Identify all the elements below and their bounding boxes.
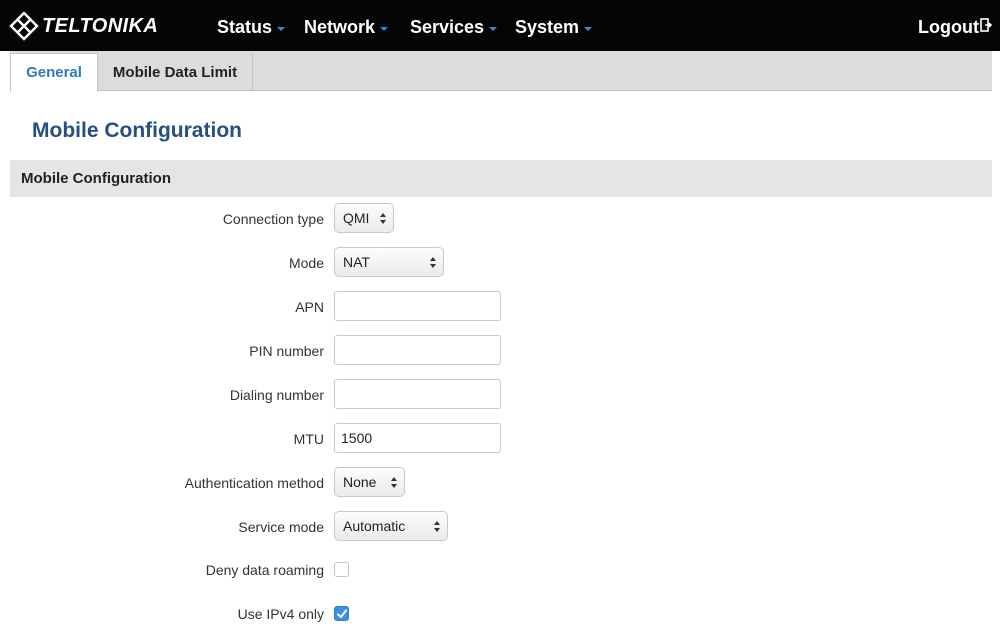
teltonika-logo-icon: [9, 11, 39, 41]
connection-type-select[interactable]: QMI: [334, 203, 394, 233]
authentication-method-select[interactable]: None: [334, 467, 405, 497]
nav-services-label: Services: [410, 17, 485, 37]
form-row-mtu: MTU 1500: [0, 423, 1000, 455]
pin-number-label: PIN number: [249, 343, 324, 359]
form-row-pin-number: PIN number: [0, 335, 1000, 367]
form-row-apn: APN: [0, 291, 1000, 323]
caret-down-icon: [584, 26, 593, 31]
use-ipv4-only-label: Use IPv4 only: [237, 606, 324, 622]
form-row-dialing-number: Dialing number: [0, 379, 1000, 411]
nav-status[interactable]: Status: [217, 17, 286, 38]
use-ipv4-only-checkbox[interactable]: [334, 606, 349, 621]
connection-type-label: Connection type: [222, 211, 324, 227]
form-row-mode: Mode NAT: [0, 247, 1000, 279]
deny-data-roaming-label: Deny data roaming: [205, 562, 324, 578]
tab-bar: General Mobile Data Limit: [10, 51, 992, 92]
tab-general[interactable]: General: [10, 53, 98, 92]
service-mode-value: Automatic: [343, 518, 406, 534]
apn-input[interactable]: [334, 291, 501, 321]
mode-label: Mode: [288, 255, 324, 271]
nav-services[interactable]: Services: [410, 17, 498, 38]
mode-select[interactable]: NAT: [334, 247, 444, 277]
deny-data-roaming-checkbox[interactable]: [334, 562, 349, 577]
service-mode-label: Service mode: [238, 519, 324, 535]
select-arrows-icon: [380, 212, 387, 226]
nav-network-label: Network: [304, 17, 376, 37]
mode-value: NAT: [343, 254, 370, 270]
tab-mobile-data-limit[interactable]: Mobile Data Limit: [98, 53, 253, 91]
form-row-service-mode: Service mode Automatic: [0, 511, 1000, 543]
nav-system[interactable]: System: [515, 17, 593, 38]
caret-down-icon: [380, 26, 389, 31]
authentication-method-label: Authentication method: [184, 475, 324, 491]
logout-button[interactable]: Logout: [918, 17, 992, 38]
checkmark-icon: [337, 609, 347, 618]
select-arrows-icon: [391, 476, 398, 490]
caret-down-icon: [489, 26, 498, 31]
mtu-input[interactable]: 1500: [334, 423, 501, 453]
top-navigation-bar: TELTONIKA Status Network Services System…: [0, 0, 1000, 51]
authentication-method-value: None: [343, 474, 377, 490]
brand-name: TELTONIKA: [42, 14, 159, 37]
section-title: Mobile Configuration: [21, 170, 171, 187]
dialing-number-input[interactable]: [334, 379, 501, 409]
select-arrows-icon: [430, 256, 437, 270]
nav-network[interactable]: Network: [304, 17, 389, 38]
pin-number-input[interactable]: [334, 335, 501, 365]
logout-icon: [980, 17, 992, 32]
logout-label: Logout: [918, 17, 979, 37]
mtu-label: MTU: [293, 431, 324, 447]
service-mode-select[interactable]: Automatic: [334, 511, 448, 541]
caret-down-icon: [277, 26, 286, 31]
brand-logo[interactable]: TELTONIKA: [9, 11, 158, 41]
connection-type-value: QMI: [343, 210, 370, 226]
form-row-authentication-method: Authentication method None: [0, 467, 1000, 499]
section-header: Mobile Configuration: [10, 160, 992, 197]
nav-status-label: Status: [217, 17, 273, 37]
dialing-number-label: Dialing number: [229, 387, 324, 403]
page-title: Mobile Configuration: [32, 119, 242, 142]
form-row-connection-type: Connection type QMI: [0, 203, 1000, 235]
form-row-deny-data-roaming: Deny data roaming: [0, 554, 1000, 586]
select-arrows-icon: [434, 520, 441, 534]
apn-label: APN: [295, 299, 324, 315]
form-row-use-ipv4-only: Use IPv4 only: [0, 598, 1000, 630]
nav-system-label: System: [515, 17, 580, 37]
